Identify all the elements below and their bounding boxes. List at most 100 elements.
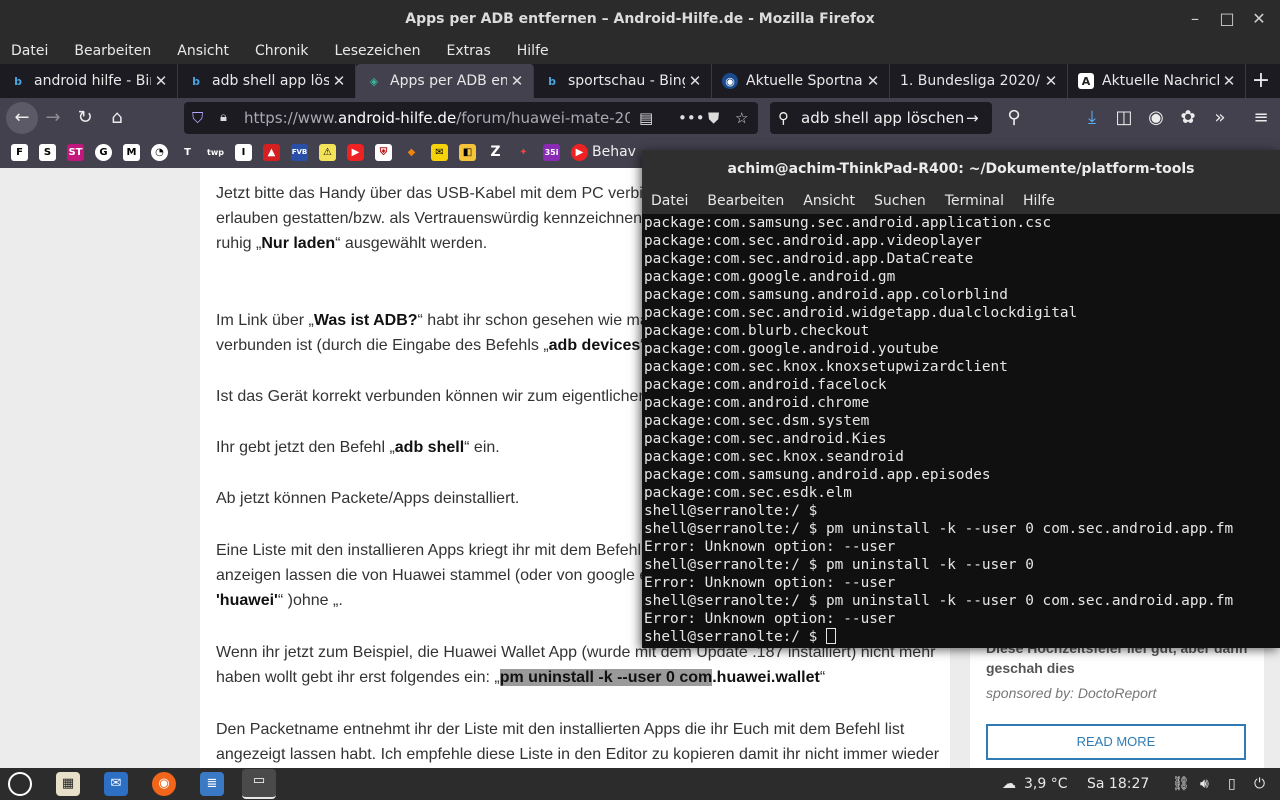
reload-icon[interactable]: ↻: [72, 105, 98, 131]
menu-datei[interactable]: Datei: [11, 38, 48, 64]
bookmark-circle-icon[interactable]: ◔: [151, 144, 168, 161]
back-arrow-icon[interactable]: ←: [6, 102, 38, 134]
tab-android-hilfe-bing[interactable]: b android hilfe - Bing ✕: [0, 64, 178, 98]
pocket-icon[interactable]: ⛊: [708, 102, 719, 134]
bookmark-warning-icon[interactable]: ⚠: [319, 144, 336, 161]
tab-close-icon[interactable]: ✕: [1041, 72, 1061, 90]
navigation-toolbar: ← → ↻ ⌂ ⛉ 🔒︎ https://www.android-hilfe.d…: [0, 98, 1280, 138]
tab-close-icon[interactable]: ✕: [1219, 72, 1239, 90]
volume-icon[interactable]: 🔊︎: [1200, 768, 1209, 800]
tab-close-icon[interactable]: ✕: [685, 72, 705, 90]
hamburger-menu-icon[interactable]: ≡: [1248, 105, 1274, 131]
bookmark-fvb-icon[interactable]: FVB: [291, 144, 308, 161]
tab-apps-per-adb-entfernen[interactable]: ◈ Apps per ADB entfernen ✕: [356, 64, 534, 98]
bookmark-bird-icon[interactable]: ✦: [515, 144, 532, 161]
terminal-menu-ansicht[interactable]: Ansicht: [803, 188, 855, 214]
menu-bearbeiten[interactable]: Bearbeiten: [74, 38, 151, 64]
overflow-chevron-icon[interactable]: »: [1207, 105, 1233, 131]
lock-icon[interactable]: 🔒︎: [220, 102, 227, 134]
bookmark-crest-icon[interactable]: ⛨: [375, 144, 392, 161]
weather-temperature[interactable]: 3,9 °C: [1024, 768, 1068, 800]
terminal-menu-bearbeiten[interactable]: Bearbeiten: [707, 188, 784, 214]
tab-bundesliga[interactable]: 1. Bundesliga 2020/21 ✕: [890, 64, 1068, 98]
page-actions-icon[interactable]: •••: [678, 102, 705, 134]
tab-adb-shell-app-loeschen[interactable]: b adb shell app löschen ✕: [178, 64, 356, 98]
text-editor-icon[interactable]: ≣: [200, 772, 224, 796]
bookmark-35i-icon[interactable]: 35i: [543, 144, 560, 161]
terminal-menu-hilfe[interactable]: Hilfe: [1023, 188, 1055, 214]
menu-ansicht[interactable]: Ansicht: [177, 38, 229, 64]
bookmark-st-icon[interactable]: ST: [67, 144, 84, 161]
menu-extras[interactable]: Extras: [447, 38, 491, 64]
weather-cloud-icon[interactable]: ☁: [1002, 768, 1016, 800]
url-text[interactable]: https://www.android-hilfe.de/forum/huawe…: [244, 102, 630, 134]
tab-close-icon[interactable]: ✕: [151, 72, 171, 90]
desktop-panel: ▦ ✉ ◉ ≣ ▭ ☁ 3,9 °C Sa 18:27 ⛓ 🔊︎ ▯ ⏻: [0, 768, 1280, 800]
bookmark-m-icon[interactable]: M: [123, 144, 140, 161]
network-icon[interactable]: ⛓: [1172, 768, 1190, 800]
files-icon[interactable]: ▦: [56, 772, 80, 796]
tab-sportschau-bing[interactable]: b sportschau - Bing ✕: [534, 64, 712, 98]
minimize-button[interactable]: –: [1182, 6, 1208, 32]
bing-icon: b: [192, 74, 200, 88]
extension-icon[interactable]: ✿: [1175, 105, 1201, 131]
bookmark-post-icon[interactable]: ✉: [431, 144, 448, 161]
sidebar-icon[interactable]: ◫: [1111, 105, 1137, 131]
new-tab-button[interactable]: +: [1246, 64, 1276, 98]
bookmark-behav-label[interactable]: Behav: [592, 138, 636, 166]
tab-close-icon[interactable]: ✕: [329, 72, 349, 90]
tab-aktuelle-sportnachrichten[interactable]: ◉ Aktuelle Sportnachrichten ✕: [712, 64, 890, 98]
menu-hilfe[interactable]: Hilfe: [517, 38, 549, 64]
tab-close-icon[interactable]: ✕: [863, 72, 883, 90]
bookmark-g-icon[interactable]: G: [95, 144, 112, 161]
battery-icon[interactable]: ▯: [1228, 768, 1236, 800]
app-menu-icon[interactable]: [8, 772, 32, 796]
power-icon[interactable]: ⏻: [1254, 768, 1265, 800]
terminal-menu-suchen[interactable]: Suchen: [874, 188, 926, 214]
home-icon[interactable]: ⌂: [104, 105, 130, 131]
bookmark-yellow-icon[interactable]: ◧: [459, 144, 476, 161]
search-input[interactable]: adb shell app löschen: [801, 102, 964, 134]
close-window-button[interactable]: ✕: [1246, 6, 1272, 32]
forward-arrow-icon[interactable]: →: [40, 105, 66, 131]
account-icon[interactable]: ◉: [1143, 105, 1169, 131]
terminal-menu-terminal[interactable]: Terminal: [945, 188, 1004, 214]
bookmark-i-icon[interactable]: I: [235, 144, 252, 161]
search-bar[interactable]: ⚲ adb shell app löschen →: [770, 102, 992, 134]
clock[interactable]: Sa 18:27: [1087, 768, 1149, 800]
bookmark-spiegel-icon[interactable]: S: [39, 144, 56, 161]
was-ist-adb-link[interactable]: Was ist ADB?: [314, 312, 418, 329]
tab-close-icon[interactable]: ✕: [507, 72, 527, 90]
bookmark-red-icon[interactable]: ▲: [263, 144, 280, 161]
tab-label: 1. Bundesliga 2020/21: [900, 73, 1041, 89]
bookmark-telegraph-icon[interactable]: T: [179, 144, 196, 161]
terminal-window[interactable]: achim@achim-ThinkPad-R400: ~/Dokumente/p…: [642, 150, 1280, 648]
bookmark-twp-icon[interactable]: twp: [207, 144, 224, 161]
menu-lesezeichen[interactable]: Lesezeichen: [335, 38, 421, 64]
download-icon[interactable]: ⤓: [1079, 105, 1105, 131]
bookmark-star-icon[interactable]: ☆: [735, 102, 748, 134]
menu-chronik[interactable]: Chronik: [255, 38, 309, 64]
url-bar[interactable]: ⛉ 🔒︎ https://www.android-hilfe.de/forum/…: [184, 102, 758, 134]
terminal-task-icon[interactable]: ▭: [242, 769, 276, 799]
tab-aktuelle-nachrichten[interactable]: A Aktuelle Nachrichten ✕: [1068, 64, 1246, 98]
bookmark-z-icon[interactable]: Z: [487, 144, 504, 161]
tracking-shield-icon[interactable]: ⛉: [192, 102, 203, 134]
bookmark-faz-icon[interactable]: F: [11, 144, 28, 161]
selected-command-text: pm uninstall -k --user 0 com: [499, 669, 713, 686]
terminal-title: achim@achim-ThinkPad-R400: ~/Dokumente/p…: [642, 150, 1280, 188]
search-engine-icon[interactable]: ⚲: [1001, 105, 1027, 131]
terminal-output[interactable]: package:com.samsung.sec.android.applicat…: [642, 214, 1280, 648]
thunderbird-icon[interactable]: ✉: [104, 772, 128, 796]
firefox-icon[interactable]: ◉: [152, 772, 176, 796]
terminal-menu-datei[interactable]: Datei: [651, 188, 688, 214]
reader-view-icon[interactable]: ▤: [639, 102, 653, 134]
bookmark-youtube-icon[interactable]: ▶: [347, 144, 364, 161]
bookmark-diamond-icon[interactable]: ◆: [403, 144, 420, 161]
read-more-button[interactable]: READ MORE: [986, 724, 1246, 760]
bookmark-youtube-behav-icon[interactable]: ▶: [571, 144, 588, 161]
maximize-button[interactable]: □: [1214, 6, 1240, 32]
terminal-line: package:com.sec.knox.knoxsetupwizardclie…: [644, 359, 1008, 375]
search-go-arrow-icon[interactable]: →: [966, 102, 979, 134]
terminal-prompt-line[interactable]: shell@serranolte:/ $: [644, 628, 1280, 646]
